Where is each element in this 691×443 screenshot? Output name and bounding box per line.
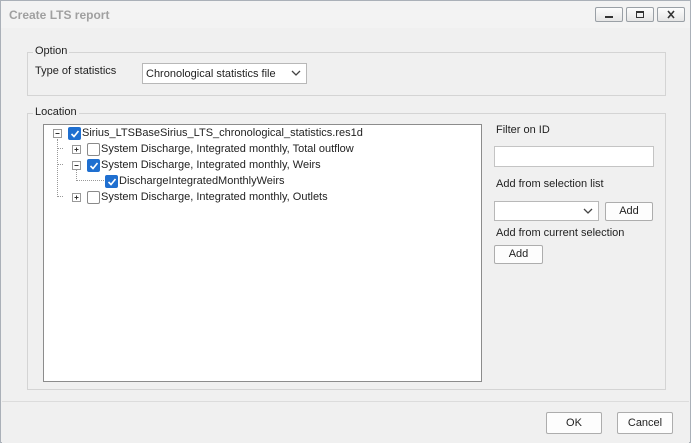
maximize-button[interactable]	[626, 7, 654, 22]
collapse-icon[interactable]	[72, 161, 81, 170]
type-of-statistics-dropdown[interactable]: Chronological statistics file	[142, 63, 307, 84]
tree-node-total-outflow[interactable]: System Discharge, Integrated monthly, To…	[44, 141, 481, 157]
ok-button[interactable]: OK	[546, 412, 602, 434]
tree-node-root[interactable]: Sirius_LTSBaseSirius_LTS_chronological_s…	[44, 125, 481, 141]
tree-node-outlets[interactable]: System Discharge, Integrated monthly, Ou…	[44, 189, 481, 205]
dialog-footer: OK Cancel	[2, 401, 689, 443]
minimize-button[interactable]	[595, 7, 623, 22]
add-from-current-selection-label: Add from current selection	[496, 227, 625, 239]
maximize-icon	[636, 11, 644, 18]
cancel-button[interactable]: Cancel	[617, 412, 673, 434]
tree-node-label: DischargeIntegratedMonthlyWeirs	[119, 175, 285, 187]
location-tree[interactable]: Sirius_LTSBaseSirius_LTS_chronological_s…	[43, 124, 482, 382]
chevron-down-icon	[291, 70, 301, 76]
checkmark-icon	[70, 130, 80, 138]
type-of-statistics-label: Type of statistics	[35, 65, 117, 77]
tree-checkbox-outlets[interactable]	[87, 191, 100, 204]
location-group-label: Location	[33, 106, 79, 118]
dialog-content: Option Type of statistics Chronological …	[2, 28, 689, 401]
option-group-label: Option	[33, 45, 70, 57]
tree-checkbox-weirs[interactable]	[87, 159, 100, 172]
checkmark-icon	[89, 162, 99, 170]
expand-icon[interactable]	[72, 145, 81, 154]
chevron-down-icon	[583, 208, 593, 214]
add-from-selection-list-label: Add from selection list	[496, 178, 604, 190]
collapse-icon[interactable]	[53, 129, 62, 138]
tree-node-weirs[interactable]: System Discharge, Integrated monthly, We…	[44, 157, 481, 173]
checkmark-icon	[107, 178, 117, 186]
tree-node-label: System Discharge, Integrated monthly, To…	[101, 143, 354, 155]
title-bar[interactable]: Create LTS report	[1, 1, 690, 28]
expand-icon[interactable]	[72, 193, 81, 202]
filter-on-id-label: Filter on ID	[496, 124, 550, 136]
dialog-window: Create LTS report Option Type of statist…	[0, 0, 691, 443]
minimize-icon	[605, 16, 613, 18]
tree-checkbox-total-outflow[interactable]	[87, 143, 100, 156]
filter-on-id-input[interactable]	[494, 146, 654, 167]
tree-node-label: System Discharge, Integrated monthly, We…	[101, 159, 321, 171]
close-button[interactable]	[657, 7, 685, 22]
close-icon	[667, 10, 675, 19]
add-from-selection-list-button[interactable]: Add	[605, 202, 653, 221]
tree-node-weirs-child[interactable]: DischargeIntegratedMonthlyWeirs	[44, 173, 481, 189]
tree-node-label: System Discharge, Integrated monthly, Ou…	[101, 191, 328, 203]
option-group: Option Type of statistics Chronological …	[27, 45, 666, 96]
selection-list-dropdown[interactable]	[494, 201, 599, 221]
tree-node-label: Sirius_LTSBaseSirius_LTS_chronological_s…	[82, 127, 363, 139]
tree-checkbox-weirs-child[interactable]	[105, 175, 118, 188]
type-of-statistics-value: Chronological statistics file	[146, 68, 276, 80]
tree-checkbox-root[interactable]	[68, 127, 81, 140]
add-from-current-selection-button[interactable]: Add	[494, 245, 543, 264]
window-title: Create LTS report	[9, 8, 110, 22]
